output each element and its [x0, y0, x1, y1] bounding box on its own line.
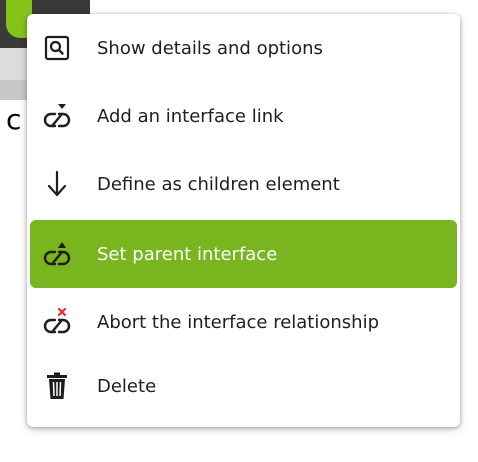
menu-item-label: Show details and options — [97, 37, 323, 59]
context-menu: Show details and options Add an interfac… — [27, 14, 460, 427]
menu-item-label: Set parent interface — [97, 243, 278, 265]
menu-item-show-details[interactable]: Show details and options — [30, 14, 457, 82]
menu-item-add-interface-link[interactable]: Add an interface link — [30, 82, 457, 150]
menu-item-abort-interface-relationship[interactable]: Abort the interface relationship — [30, 288, 457, 356]
trash-icon — [40, 369, 74, 403]
link-add-icon — [40, 99, 74, 133]
link-remove-icon — [40, 305, 74, 339]
menu-item-label: Add an interface link — [97, 105, 284, 127]
menu-item-label: Delete — [97, 375, 157, 397]
menu-item-set-parent-interface[interactable]: Set parent interface — [30, 220, 457, 288]
menu-item-delete[interactable]: Delete — [30, 352, 457, 420]
background-node-label: c — [6, 103, 22, 136]
menu-item-define-as-children[interactable]: Define as children element — [30, 150, 457, 218]
magnifier-icon — [40, 31, 74, 65]
link-parent-icon — [40, 237, 74, 271]
menu-item-label: Abort the interface relationship — [97, 311, 379, 333]
arrow-down-icon — [40, 167, 74, 201]
menu-item-label: Define as children element — [97, 173, 340, 195]
